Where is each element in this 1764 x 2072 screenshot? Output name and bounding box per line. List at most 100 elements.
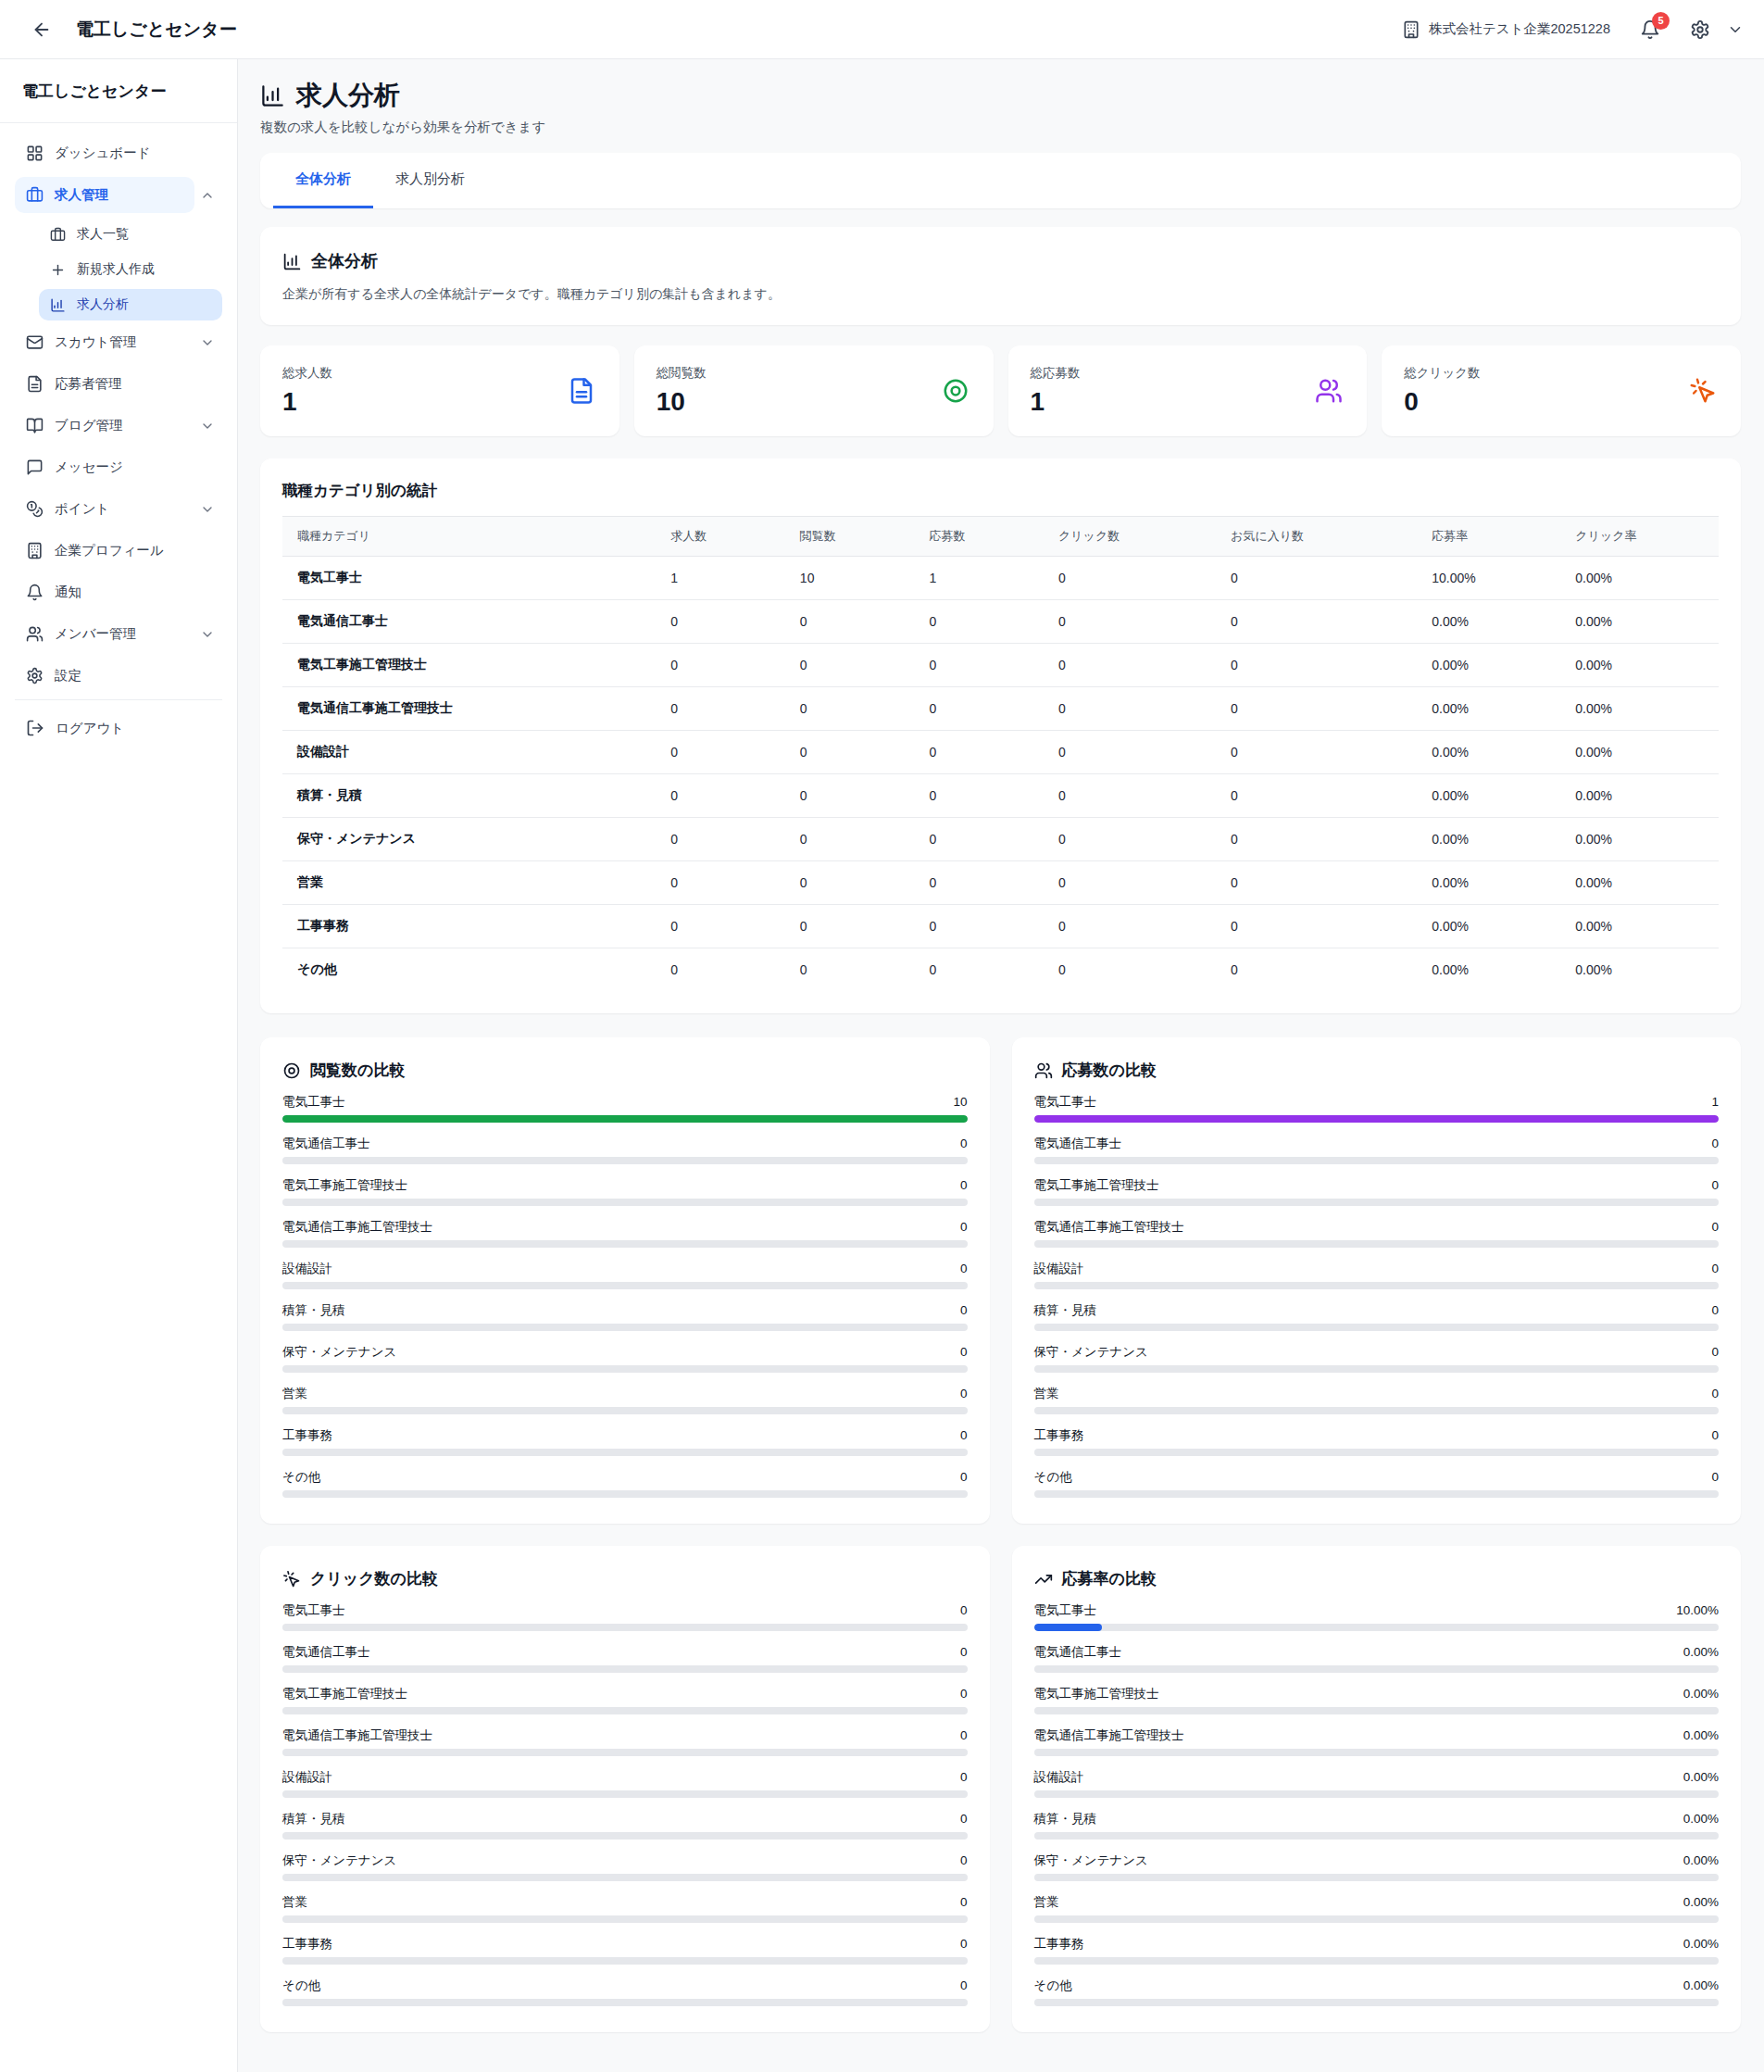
tab-per-job[interactable]: 求人別分析	[373, 153, 487, 208]
sidebar-item-settings[interactable]: 設定	[15, 658, 222, 694]
building-icon	[26, 542, 44, 559]
sidebar-item-company-profile[interactable]: 企業プロフィール	[15, 533, 222, 569]
bar-track	[1034, 1832, 1720, 1840]
chart-title: 応募数の比較	[1062, 1060, 1157, 1081]
bar-value: 0	[960, 1686, 968, 1702]
bar-fill	[282, 1115, 968, 1123]
bar-track	[1034, 1749, 1720, 1756]
topbar: 電工しごとセンター 株式会社テスト企業20251228 5	[0, 0, 1764, 59]
column-header: クリック数	[1044, 517, 1216, 557]
bar-label: 営業	[282, 1894, 307, 1910]
trend-icon	[1034, 1570, 1053, 1589]
chevron-down-icon	[200, 335, 215, 350]
gear-icon	[26, 667, 44, 684]
bar-row: 電気工事施工管理技士0	[282, 1177, 968, 1206]
bar-track	[1034, 1665, 1720, 1673]
bar-value: 0.00%	[1683, 1852, 1719, 1868]
bar-track	[1034, 1707, 1720, 1714]
settings-button[interactable]	[1690, 19, 1710, 40]
sidebar-item-job-analytics[interactable]: 求人分析	[15, 289, 222, 320]
users-icon	[26, 625, 44, 643]
bar-track	[1034, 1324, 1720, 1331]
bar-value: 0	[960, 1302, 968, 1318]
bar-track	[1034, 1282, 1720, 1289]
bar-row: 電気通信工事士0.00%	[1034, 1644, 1720, 1673]
bar-track	[1034, 1199, 1720, 1206]
main-content: 求人分析 複数の求人を比較しながら効果を分析できます 全体分析求人別分析 全体分…	[238, 59, 1764, 2072]
sidebar-item-member-management[interactable]: メンバー管理	[15, 616, 222, 652]
bar-row: 電気工事士10	[282, 1094, 968, 1123]
bar-label: 電気工事士	[282, 1094, 345, 1110]
bar-fill	[1034, 1624, 1103, 1631]
notifications-button[interactable]: 5	[1640, 19, 1660, 40]
bar-row: 営業0	[282, 1386, 968, 1414]
bar-value: 0	[960, 1469, 968, 1485]
bar-value: 0	[1711, 1177, 1719, 1193]
chart-title: 閲覧数の比較	[310, 1060, 405, 1081]
bar-track	[282, 1790, 968, 1798]
column-header: 閲覧数	[785, 517, 915, 557]
bar-value: 0	[960, 1136, 968, 1151]
table-row: 保守・メンテナンス000000.00%0.00%	[282, 818, 1719, 861]
app-title: 電工しごとセンター	[76, 18, 237, 42]
bar-value: 0	[1711, 1386, 1719, 1401]
sidebar-item-logout[interactable]: ログアウト	[15, 710, 222, 747]
bar-label: 電気通信工事施工管理技士	[1034, 1219, 1184, 1235]
bar-row: その他 0.00%	[1034, 1978, 1720, 2006]
sidebar-item-notifications[interactable]: 通知	[15, 574, 222, 610]
briefcase-icon	[50, 227, 66, 243]
bar-track	[282, 1665, 968, 1673]
bar-row: その他0	[282, 1978, 968, 2006]
bar-row: 保守・メンテナンス 0.00%	[1034, 1852, 1720, 1881]
mail-icon	[26, 333, 44, 351]
bar-label: 電気通信工事士	[282, 1644, 370, 1660]
bar-label: 営業	[1034, 1894, 1059, 1910]
bar-track	[282, 1407, 968, 1414]
bar-value: 0.00%	[1683, 1769, 1719, 1785]
sidebar-item-applicant-management[interactable]: 応募者管理	[15, 366, 222, 402]
table-row: 営業000000.00%0.00%	[282, 861, 1719, 905]
bar-label: 設備設計	[1034, 1769, 1084, 1785]
bar-row: 電気通信工事士0	[282, 1136, 968, 1164]
chevron-down-icon[interactable]	[1727, 21, 1744, 38]
bar-label: 保守・メンテナンス	[1034, 1852, 1148, 1868]
table-row: 積算・見積000000.00%0.00%	[282, 774, 1719, 818]
bar-value: 0.00%	[1683, 1978, 1719, 1993]
coins-icon	[26, 500, 44, 518]
back-button[interactable]	[31, 19, 52, 40]
chart-card: 応募率の比較電気工事士10.00%電気通信工事士0.00%電気工事施工管理技士0…	[1012, 1546, 1742, 2032]
users-icon	[1315, 377, 1343, 405]
bar-label: 積算・見積	[282, 1811, 345, 1827]
building-icon	[1402, 20, 1420, 39]
bar-fill	[1034, 1115, 1720, 1123]
tab-overall[interactable]: 全体分析	[273, 153, 373, 208]
stat-card: 総クリック数0	[1382, 345, 1741, 436]
bar-track	[1034, 1915, 1720, 1923]
bar-track	[1034, 1365, 1720, 1373]
file-icon	[26, 375, 44, 393]
grid-icon	[26, 144, 44, 162]
sidebar-item-points[interactable]: ポイント	[15, 491, 222, 527]
sidebar-item-job-management[interactable]: 求人管理	[15, 177, 222, 213]
sidebar-nav: ダッシュボード求人管理求人一覧新規求人作成求人分析スカウト管理応募者管理ブログ管…	[0, 123, 237, 694]
sidebar-item-job-list[interactable]: 求人一覧	[15, 219, 222, 250]
sidebar-item-messages[interactable]: メッセージ	[15, 449, 222, 485]
bar-row: 設備設計 0.00%	[1034, 1769, 1720, 1798]
column-header: 求人数	[656, 517, 785, 557]
sidebar-item-job-create[interactable]: 新規求人作成	[15, 254, 222, 285]
chevron-down-icon	[200, 502, 215, 517]
sidebar-item-scout-management[interactable]: スカウト管理	[15, 324, 222, 360]
bar-row: 営業0	[282, 1894, 968, 1923]
stats-row: 総求人数1総閲覧数10総応募数1総クリック数0	[260, 345, 1741, 436]
column-header: クリック率	[1560, 517, 1719, 557]
sidebar-item-dashboard[interactable]: ダッシュボード	[15, 135, 222, 171]
sidebar-item-blog-management[interactable]: ブログ管理	[15, 408, 222, 444]
stat-label: 総求人数	[282, 365, 597, 382]
bar-track	[282, 1624, 968, 1631]
bar-row: その他0	[1034, 1469, 1720, 1498]
bar-row: 積算・見積0	[1034, 1302, 1720, 1331]
table-row: 電気工事施工管理技士000000.00%0.00%	[282, 644, 1719, 687]
bar-row: 電気工事施工管理技士0	[282, 1686, 968, 1714]
table-row: 電気工事士11010010.00%0.00%	[282, 557, 1719, 600]
bar-label: その他	[1034, 1978, 1072, 1993]
